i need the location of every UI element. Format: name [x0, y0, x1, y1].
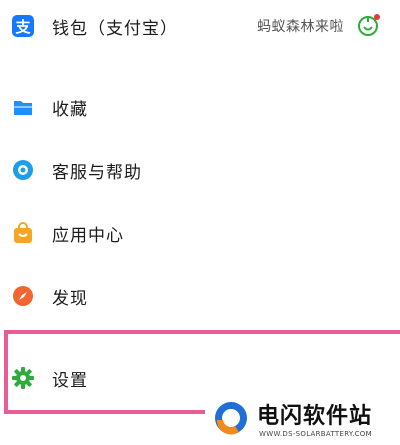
watermark-url: WWW.DS-SOLARBATTERY.COM	[259, 430, 372, 438]
menu-item-discover[interactable]: 发现	[0, 274, 400, 318]
gear-icon	[11, 366, 35, 390]
shopping-bag-icon	[11, 221, 35, 245]
ant-forest-promo-text[interactable]: 蚂蚁森林来啦	[257, 16, 344, 36]
menu-label-favorites: 收藏	[52, 99, 88, 120]
menu-item-favorites[interactable]: 收藏	[0, 85, 400, 129]
menu-label-discover: 发现	[52, 288, 88, 309]
site-watermark: 电闪软件站 WWW.DS-SOLARBATTERY.COM	[205, 396, 400, 445]
ant-forest-icon[interactable]	[356, 12, 382, 38]
svg-text:支: 支	[14, 18, 31, 36]
notification-dot	[374, 14, 380, 20]
menu-label-wallet: 钱包（支付宝）	[52, 18, 178, 39]
menu-item-apps[interactable]: 应用中心	[0, 211, 400, 255]
headset-icon	[11, 158, 35, 182]
compass-icon	[11, 284, 35, 308]
site-logo-icon	[213, 400, 249, 436]
menu-label-support: 客服与帮助	[52, 162, 142, 183]
menu-label-apps: 应用中心	[52, 225, 124, 246]
menu-item-support[interactable]: 客服与帮助	[0, 148, 400, 192]
watermark-title: 电闪软件站	[257, 404, 373, 429]
alipay-icon: 支	[11, 14, 35, 38]
menu-item-settings[interactable]: 设置	[0, 356, 400, 400]
folder-icon	[11, 95, 35, 119]
menu-label-settings: 设置	[52, 370, 88, 391]
